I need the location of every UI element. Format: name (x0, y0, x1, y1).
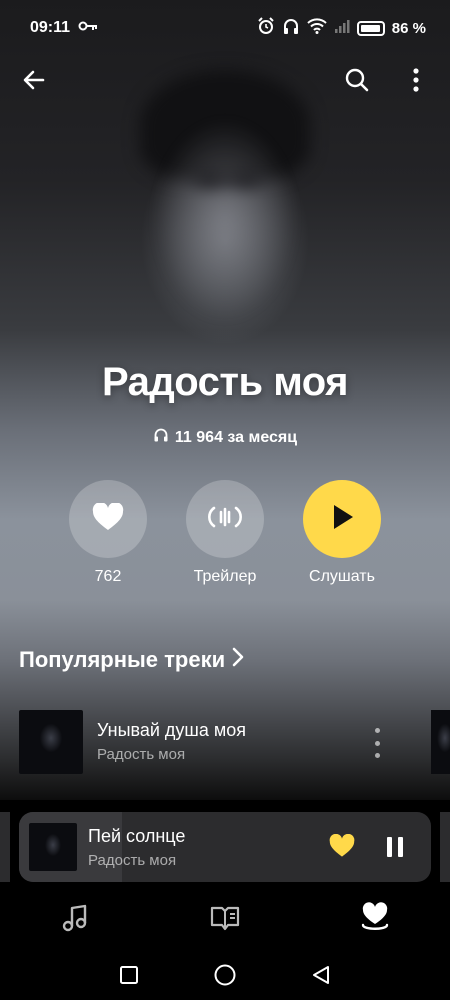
listen-label: Слушать (309, 568, 375, 585)
heart-icon (92, 501, 124, 536)
back-arrow-icon[interactable] (12, 58, 56, 102)
wifi-icon (307, 18, 327, 38)
recent-apps-icon[interactable] (116, 962, 142, 988)
books-icon[interactable] (195, 890, 255, 946)
track-title: Унывай душа моя (97, 720, 247, 740)
player-cover (29, 823, 77, 871)
likes-count: 762 (94, 568, 122, 585)
signal-icon (334, 18, 350, 38)
collection-heart-icon[interactable] (345, 890, 405, 946)
more-vertical-icon[interactable] (394, 58, 438, 102)
track-artist: Радость моя (97, 746, 186, 763)
track-cover (19, 710, 83, 774)
like-button[interactable]: 762 (58, 480, 158, 586)
player-track-artist: Радость моя (88, 852, 177, 869)
track-row[interactable]: Унывай душа моя Радость моя (19, 710, 431, 774)
chevron-right-icon (231, 646, 245, 674)
popular-tracks-header[interactable]: Популярные треки (19, 646, 245, 674)
trailer-button[interactable]: Трейлер (175, 480, 275, 586)
play-icon (329, 503, 355, 536)
home-icon[interactable] (212, 962, 238, 988)
trailer-label: Трейлер (193, 568, 257, 585)
monthly-listeners: 11 964 за месяц (0, 427, 450, 448)
pause-icon[interactable] (385, 836, 405, 863)
listeners-text: 11 964 за месяц (174, 428, 298, 446)
back-icon[interactable] (308, 962, 334, 988)
battery-percent: 86 % (391, 19, 426, 37)
next-track-peek[interactable] (431, 710, 450, 774)
music-note-icon[interactable] (45, 890, 105, 946)
search-icon[interactable] (335, 58, 379, 102)
mini-player[interactable]: Пей солнце Радость моя (19, 812, 431, 882)
status-bar: 09:11 86 % (0, 0, 450, 56)
headphones-icon (153, 427, 169, 448)
prev-player-card[interactable] (0, 812, 10, 882)
listen-circle[interactable] (303, 480, 381, 558)
alarm-icon (257, 17, 275, 39)
key-icon (78, 19, 98, 37)
top-app-bar (0, 58, 450, 102)
battery-icon (356, 20, 385, 36)
trailer-circle[interactable] (186, 480, 264, 558)
system-nav-bar (0, 950, 450, 1000)
player-track-title: Пей солнце (88, 826, 186, 846)
artist-name: Радость моя (101, 360, 349, 404)
next-player-card[interactable] (440, 812, 450, 882)
listen-button[interactable]: Слушать (292, 480, 392, 586)
headphones-status-icon (282, 17, 300, 39)
popular-tracks-title: Популярные треки (19, 647, 226, 672)
track-more-icon[interactable] (369, 728, 385, 758)
status-time: 09:11 (30, 19, 71, 36)
player-heart-icon[interactable] (329, 833, 355, 863)
waveform-icon (208, 502, 242, 537)
like-circle[interactable] (69, 480, 147, 558)
bottom-tab-bar (0, 890, 450, 946)
cover-photo-face (150, 110, 300, 350)
